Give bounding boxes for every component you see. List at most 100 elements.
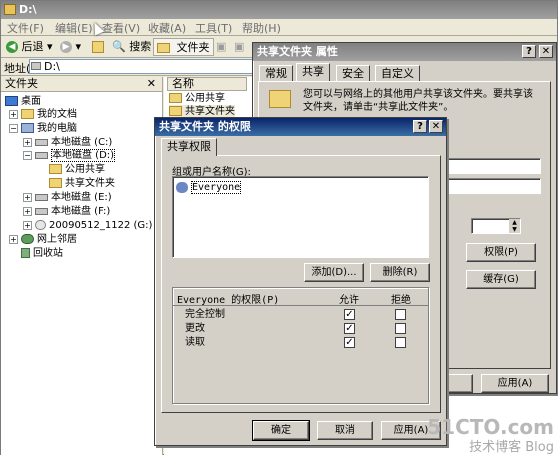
caching-button[interactable]: 缓存(G) xyxy=(466,270,536,289)
tree-item-drive-g[interactable]: +20090512_1122 (G:) xyxy=(23,219,152,232)
properties-apply-button[interactable]: 应用(A) xyxy=(481,374,549,393)
expand-icon[interactable]: + xyxy=(9,234,18,244)
tree-item-desktop[interactable]: 桌面 xyxy=(5,95,41,108)
list-item[interactable]: Everyone xyxy=(176,181,242,194)
forward-arrow-icon: ▶ xyxy=(60,41,72,53)
spin-down-icon[interactable]: ▼ xyxy=(509,226,520,233)
remove-button[interactable]: 删除(R) xyxy=(370,263,430,282)
tab-sharing[interactable]: 共享 xyxy=(296,63,330,81)
menu-edit[interactable]: 编辑(E) xyxy=(55,20,93,36)
address-input[interactable]: D:\ xyxy=(29,59,269,74)
tree-item-drive-f[interactable]: + 本地磁盘 (F:) xyxy=(23,205,110,218)
back-arrow-icon: ◀ xyxy=(6,41,18,53)
permission-row-full-control: 完全控制 xyxy=(185,309,225,320)
drive-icon xyxy=(35,207,48,215)
properties-cancel-button[interactable] xyxy=(445,374,473,393)
ok-button[interactable]: 确定 xyxy=(252,420,310,441)
folders-button[interactable]: 文件夹 xyxy=(153,38,214,56)
deny-change-checkbox[interactable] xyxy=(395,323,406,334)
folder-icon xyxy=(169,106,182,116)
users-listbox[interactable]: Everyone xyxy=(172,176,429,258)
drive-icon xyxy=(35,138,48,146)
menu-tools[interactable]: 工具(T) xyxy=(195,20,232,36)
menu-view[interactable]: 查看(V) xyxy=(102,20,140,36)
properties-title: 共享文件夹 属性 xyxy=(257,45,338,58)
users-group-icon xyxy=(176,181,188,193)
column-header-name[interactable]: 名称 xyxy=(167,77,247,91)
help-button[interactable]: ? xyxy=(413,120,427,133)
up-folder-button[interactable] xyxy=(89,38,107,56)
permissions-button[interactable]: 权限(P) xyxy=(466,243,536,262)
close-icon[interactable]: ✕ xyxy=(147,77,156,91)
menu-favorites[interactable]: 收藏(A) xyxy=(148,20,186,36)
folder-icon xyxy=(49,178,62,188)
search-button[interactable]: 🔍 搜索 xyxy=(109,38,154,56)
properties-titlebar[interactable]: 共享文件夹 属性 ? ✕ xyxy=(253,43,556,61)
expand-icon[interactable]: + xyxy=(9,109,18,119)
tree-item-drive-e[interactable]: + 本地磁盘 (E:) xyxy=(23,191,112,204)
collapse-icon[interactable]: − xyxy=(23,150,32,160)
close-button[interactable]: ✕ xyxy=(539,45,553,58)
share-comment-input[interactable] xyxy=(445,178,541,194)
spin-up-icon[interactable]: ▲ xyxy=(509,219,520,226)
explorer-titlebar[interactable]: D:\ xyxy=(1,1,557,19)
tab-security[interactable]: 安全 xyxy=(336,65,370,81)
shared-folder-icon xyxy=(269,90,291,108)
tab-share-permissions[interactable]: 共享权限 xyxy=(161,138,217,156)
folder-icon xyxy=(49,164,62,174)
allow-full-control-checkbox[interactable]: ✓ xyxy=(344,309,355,320)
cd-drive-icon xyxy=(35,220,46,230)
tab-customize[interactable]: 自定义 xyxy=(375,65,420,81)
tree-item-shared-folder[interactable]: 共享文件夹 xyxy=(49,177,115,190)
search-icon: 🔍 xyxy=(112,40,126,53)
tree-item-my-documents[interactable]: + 我的文档 xyxy=(9,108,77,121)
forward-button[interactable]: ▶ ▾ xyxy=(57,38,84,56)
allow-read-checkbox[interactable]: ✓ xyxy=(344,337,355,348)
permissions-titlebar[interactable]: 共享文件夹 的权限 ? ✕ xyxy=(155,118,446,136)
permissions-title: 共享文件夹 的权限 xyxy=(159,120,251,133)
move-to-button[interactable]: ▣ xyxy=(213,38,229,56)
deny-header: 拒绝 xyxy=(391,295,411,306)
desktop-icon xyxy=(5,96,18,106)
menu-help[interactable]: 帮助(H) xyxy=(242,20,281,36)
tab-general[interactable]: 常规 xyxy=(259,65,293,81)
folder-icon xyxy=(169,93,182,103)
recycle-bin-icon xyxy=(21,248,30,258)
close-button[interactable]: ✕ xyxy=(429,120,443,133)
tree-item-network[interactable]: + 网上邻居 xyxy=(9,233,77,246)
allow-header: 允许 xyxy=(339,295,359,306)
tree-item-drive-d[interactable]: − 本地磁盘 (D:) xyxy=(23,149,116,162)
copy-to-button[interactable]: ▣ xyxy=(231,38,247,56)
back-button[interactable]: ◀ 后退 ▾ xyxy=(3,38,56,56)
folder-icon xyxy=(21,109,34,119)
menu-bar: 文件(F) 编辑(E) 查看(V) 收藏(A) 工具(T) 帮助(H) xyxy=(1,19,557,36)
expand-icon[interactable]: + xyxy=(23,137,32,147)
network-icon xyxy=(21,234,34,244)
tree-item-public-share[interactable]: 公用共享 xyxy=(49,163,105,176)
permissions-dialog: 共享文件夹 的权限 ? ✕ 共享权限 组或用户名称(G): Everyone 添… xyxy=(154,117,447,446)
add-button[interactable]: 添加(D)... xyxy=(304,263,364,282)
computer-icon xyxy=(21,123,34,133)
tree-item-recycle-bin[interactable]: 回收站 xyxy=(21,247,63,260)
user-limit-spinner[interactable]: ▲ ▼ xyxy=(471,218,521,234)
expand-icon[interactable]: + xyxy=(23,206,32,216)
list-item[interactable]: 公用共享 xyxy=(169,92,225,105)
up-folder-icon xyxy=(92,41,104,53)
share-name-input[interactable] xyxy=(445,158,541,174)
drive-icon xyxy=(35,193,48,201)
tree-item-drive-c[interactable]: + 本地磁盘 (C:) xyxy=(23,136,112,149)
menu-file[interactable]: 文件(F) xyxy=(7,20,44,36)
allow-change-checkbox[interactable]: ✓ xyxy=(344,323,355,334)
folder-icon xyxy=(4,4,16,15)
permission-row-change: 更改 xyxy=(185,323,205,334)
deny-read-checkbox[interactable] xyxy=(395,337,406,348)
expand-icon[interactable]: + xyxy=(23,220,32,230)
tree-item-my-computer[interactable]: − 我的电脑 xyxy=(9,122,77,135)
deny-full-control-checkbox[interactable] xyxy=(395,309,406,320)
watermark-text: 技术博客 Blog xyxy=(469,440,554,455)
expand-icon[interactable]: + xyxy=(23,192,32,202)
permissions-divider xyxy=(173,305,428,306)
collapse-icon[interactable]: − xyxy=(9,123,18,133)
cancel-button[interactable]: 取消 xyxy=(317,421,373,440)
help-button[interactable]: ? xyxy=(522,45,536,58)
